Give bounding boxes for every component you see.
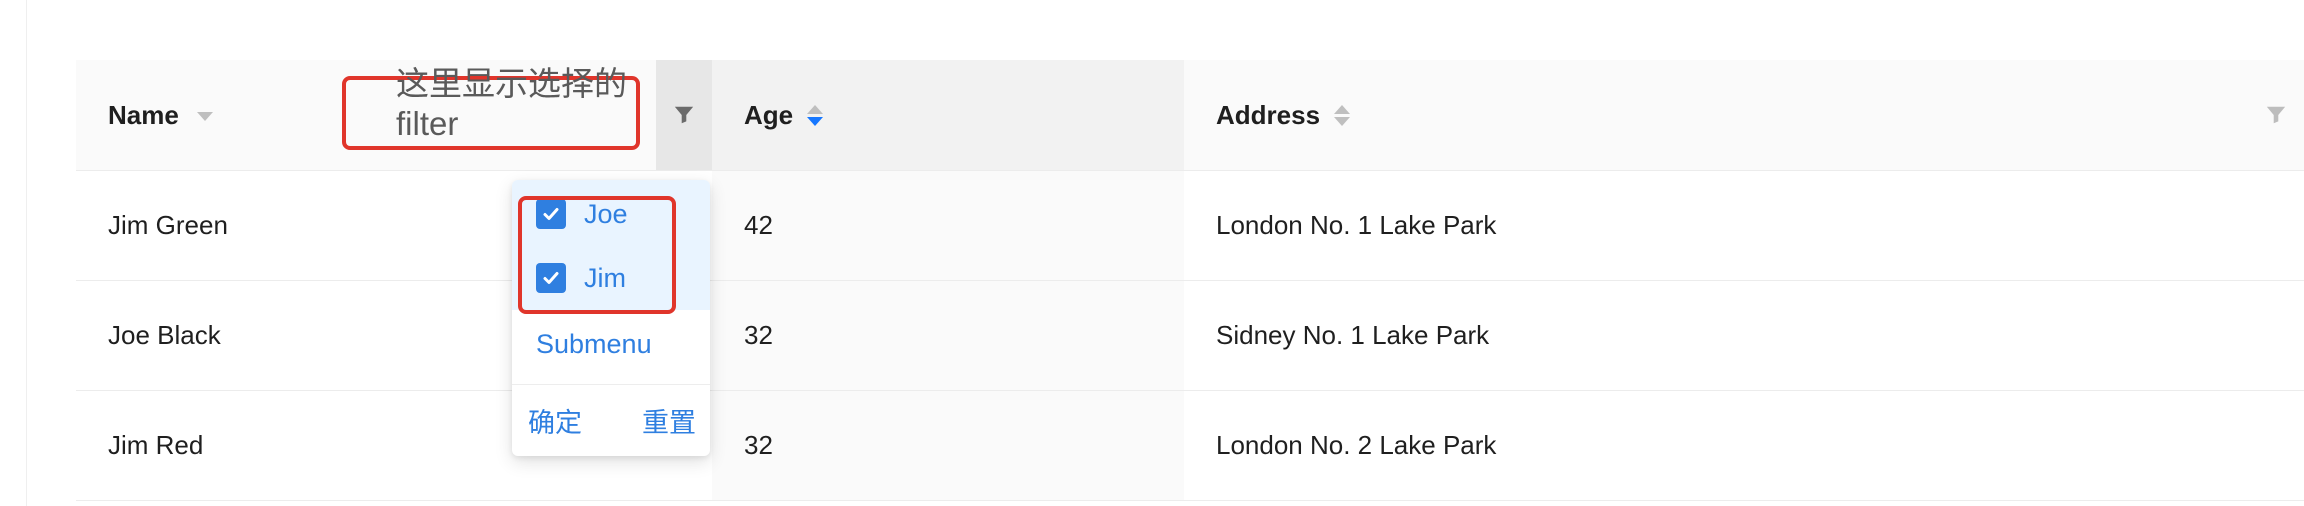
- funnel-icon: [674, 106, 694, 124]
- sort-caret-icon[interactable]: [807, 104, 824, 126]
- cell-address: London No. 2 Lake Park: [1216, 430, 1497, 460]
- funnel-icon: [2266, 106, 2286, 124]
- age-column-sorted-bg: [712, 281, 1184, 390]
- cell-address: Sidney No. 1 Lake Park: [1216, 320, 1490, 350]
- left-gutter: [0, 0, 27, 506]
- table-row[interactable]: Jim Green 42 London No. 1 Lake Park: [76, 171, 2304, 281]
- table-header: Name Age Address 这里显示选择的filter: [76, 60, 2304, 171]
- dropdown-divider: [512, 384, 710, 385]
- table-body: Jim Green 42 London No. 1 Lake Park Joe …: [76, 171, 2304, 501]
- confirm-button[interactable]: 确定: [528, 400, 582, 440]
- sort-caret-icon[interactable]: [1334, 104, 1351, 126]
- column-header-age[interactable]: Age: [744, 60, 824, 170]
- address-filter-trigger[interactable]: [2248, 60, 2304, 170]
- column-header-name[interactable]: Name: [108, 60, 213, 170]
- annotation-highlight-box: [518, 196, 676, 314]
- table-row[interactable]: Jim Red 32 London No. 2 Lake Park: [76, 391, 2304, 501]
- cell-age: 32: [744, 430, 773, 460]
- reset-button[interactable]: 重置: [642, 400, 696, 440]
- cell-name: Jim Green: [108, 210, 228, 240]
- name-filter-trigger[interactable]: [656, 60, 712, 170]
- column-header-name-label: Name: [108, 99, 179, 130]
- sort-caret-up-icon: [807, 104, 824, 114]
- cell-age: 32: [744, 320, 773, 350]
- filter-submenu[interactable]: Submenu: [536, 324, 652, 364]
- cell-age: 42: [744, 210, 773, 240]
- filter-dropdown: Joe Jim Submenu 确定 重置: [512, 180, 710, 456]
- cell-name: Jim Red: [108, 430, 204, 460]
- page: Name Age Address 这里显示选择的filter Jim Green…: [0, 0, 2304, 506]
- cell-name: Joe Black: [108, 320, 221, 350]
- column-header-address[interactable]: Address: [1216, 60, 1351, 170]
- age-column-sorted-bg: [712, 391, 1184, 500]
- column-header-age-label: Age: [744, 99, 794, 130]
- cell-address: London No. 1 Lake Park: [1216, 210, 1497, 240]
- sort-caret-down-icon: [807, 116, 824, 126]
- sort-caret-down-icon[interactable]: [196, 112, 213, 121]
- sort-caret-up-icon: [1334, 104, 1351, 114]
- table-row[interactable]: Joe Black 32 Sidney No. 1 Lake Park: [76, 281, 2304, 391]
- data-table: Name Age Address 这里显示选择的filter Jim Green…: [76, 60, 2304, 501]
- annotation-note: 这里显示选择的filter: [396, 65, 627, 142]
- column-header-address-label: Address: [1216, 99, 1321, 130]
- age-column-sorted-bg: [712, 171, 1184, 280]
- sort-caret-down-icon: [1334, 116, 1351, 126]
